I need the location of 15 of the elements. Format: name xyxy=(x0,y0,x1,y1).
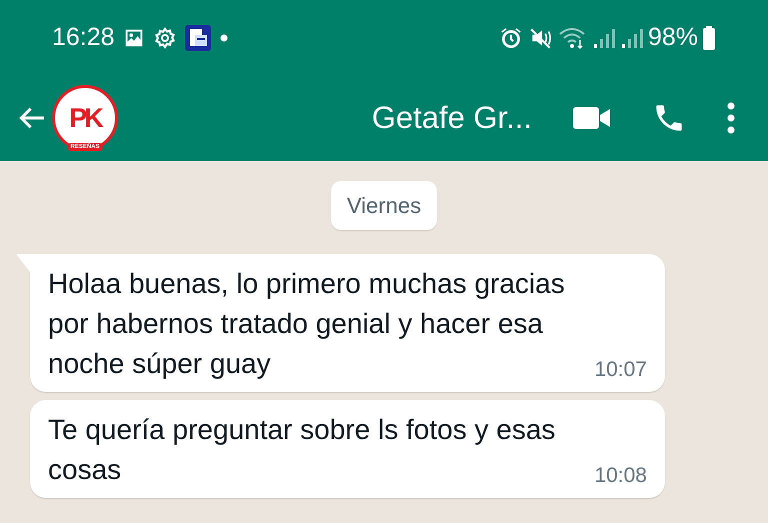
message-time: 10:07 xyxy=(594,357,647,383)
battery-icon xyxy=(702,24,716,50)
chat-title[interactable]: Getafe Gr... xyxy=(372,94,532,142)
message-text: Te quería preguntar sobre ls fotos y esas cosas xyxy=(48,413,556,487)
date-chip: Viernes xyxy=(330,181,438,230)
dot-icon xyxy=(218,32,229,42)
message-text: Holaa buenas, lo primero muchas gracias por habernos tratado genial y hacer esa noche súper guay xyxy=(48,267,566,381)
logo-text: PK xyxy=(69,104,101,132)
battery-level: 98% xyxy=(648,22,698,53)
more-options-icon[interactable] xyxy=(726,101,736,135)
message-time: 10:08 xyxy=(594,463,647,489)
status-time: 16:28 xyxy=(52,22,115,53)
app-icon xyxy=(184,24,211,50)
gear-icon xyxy=(152,26,177,50)
video-call-icon[interactable] xyxy=(572,105,612,131)
